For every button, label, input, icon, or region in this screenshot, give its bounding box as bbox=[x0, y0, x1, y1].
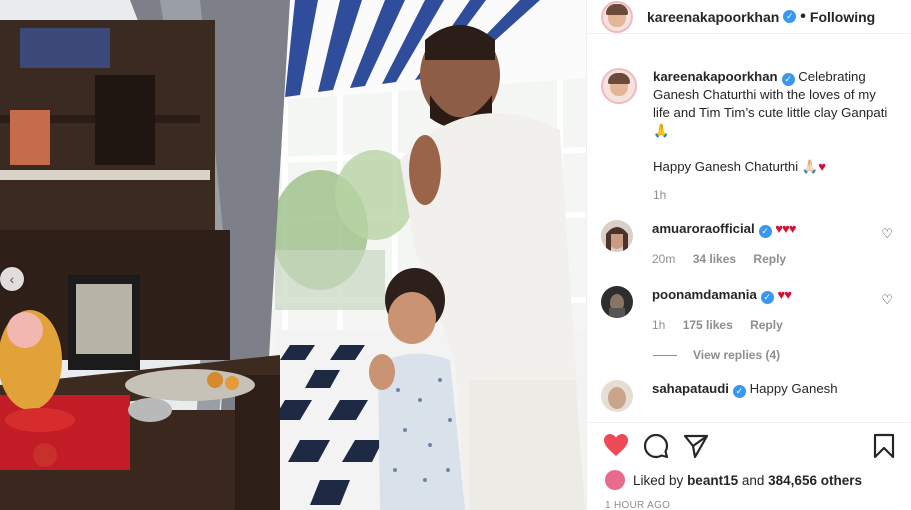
likes-summary: Liked by beant15 and 384,656 others bbox=[605, 470, 862, 490]
comment-text: Happy Ganesh bbox=[749, 381, 838, 396]
author-avatar[interactable] bbox=[601, 0, 633, 33]
heart-icon[interactable] bbox=[603, 433, 629, 457]
verified-icon: ✓ bbox=[732, 385, 746, 398]
comment-item: poonamdamania ✓ ♥♥ 1h 175 likes Reply ♡ bbox=[587, 286, 911, 334]
commenter-avatar[interactable] bbox=[601, 220, 633, 252]
verified-icon: ✓ bbox=[781, 73, 795, 86]
following-button[interactable]: Following bbox=[810, 9, 875, 25]
verified-icon: ✓ bbox=[783, 10, 797, 23]
post-actions: Liked by beant15 and 384,656 others bbox=[587, 422, 911, 510]
replies-divider bbox=[653, 354, 677, 356]
others-count[interactable]: 384,656 others bbox=[768, 473, 862, 488]
view-replies-label: View replies (4) bbox=[693, 348, 781, 362]
comment-like-heart-icon[interactable]: ♡ bbox=[881, 292, 893, 308]
author-username[interactable]: kareenakapoorkhan bbox=[647, 9, 779, 25]
photo-illustration bbox=[0, 0, 586, 510]
share-icon[interactable] bbox=[683, 433, 709, 459]
liker-avatar[interactable] bbox=[605, 470, 625, 490]
comment-username[interactable]: amuaroraofficial bbox=[652, 221, 755, 236]
post-side-panel: kareenakapoorkhan ✓ • Following kareenak… bbox=[586, 0, 911, 510]
reply-button[interactable]: Reply bbox=[750, 318, 783, 332]
liker-username[interactable]: beant15 bbox=[687, 473, 738, 488]
verified-icon: ✓ bbox=[760, 291, 774, 304]
comment-text: ♥♥♥ bbox=[775, 221, 796, 236]
comment-time[interactable]: 20m bbox=[652, 252, 675, 266]
caption-username[interactable]: kareenakapoorkhan bbox=[653, 69, 778, 84]
comment-username[interactable]: poonamdamania bbox=[652, 287, 757, 302]
comment-text: ♥♥ bbox=[777, 287, 791, 302]
verified-icon: ✓ bbox=[758, 225, 772, 238]
comment-item: amuaroraofficial ✓ ♥♥♥ 20m 34 likes Reply… bbox=[587, 220, 911, 268]
comment-like-heart-icon[interactable]: ♡ bbox=[881, 226, 893, 242]
view-replies-button[interactable]: View replies (4) bbox=[653, 348, 911, 362]
comment-time[interactable]: 1h bbox=[652, 318, 665, 332]
header-separator: • bbox=[800, 7, 806, 25]
comment-item: sahapataudi ✓ Happy Ganesh bbox=[587, 380, 911, 412]
comment-likes[interactable]: 34 likes bbox=[693, 252, 736, 266]
reply-button[interactable]: Reply bbox=[753, 252, 786, 266]
commenter-avatar[interactable] bbox=[601, 380, 633, 412]
comment-likes[interactable]: 175 likes bbox=[683, 318, 733, 332]
post-timestamp[interactable]: 1 HOUR AGO bbox=[605, 500, 670, 510]
bookmark-icon[interactable] bbox=[873, 433, 895, 459]
post-photo[interactable]: ‹ bbox=[0, 0, 586, 510]
and-label: and bbox=[741, 472, 765, 488]
comments-list[interactable]: kareenakapoorkhan ✓ Celebrating Ganesh Ch… bbox=[587, 68, 911, 422]
comment-username[interactable]: sahapataudi bbox=[652, 381, 729, 396]
caption-avatar[interactable] bbox=[601, 68, 637, 104]
caption-line2: Happy Ganesh Chaturthi bbox=[653, 159, 799, 174]
chevron-left-icon: ‹ bbox=[9, 271, 15, 287]
caption: kareenakapoorkhan ✓ Celebrating Ganesh Ch… bbox=[587, 68, 911, 204]
comment-icon[interactable] bbox=[643, 433, 669, 459]
post-header: kareenakapoorkhan ✓ • Following bbox=[587, 0, 911, 34]
commenter-avatar[interactable] bbox=[601, 286, 633, 318]
liked-by-label: Liked by bbox=[633, 472, 684, 488]
heart-emoji: ♥ bbox=[818, 159, 826, 174]
caption-emoji: 🙏🏻 bbox=[801, 159, 819, 174]
caption-time[interactable]: 1h bbox=[653, 186, 893, 204]
carousel-prev-button[interactable]: ‹ bbox=[0, 267, 24, 291]
